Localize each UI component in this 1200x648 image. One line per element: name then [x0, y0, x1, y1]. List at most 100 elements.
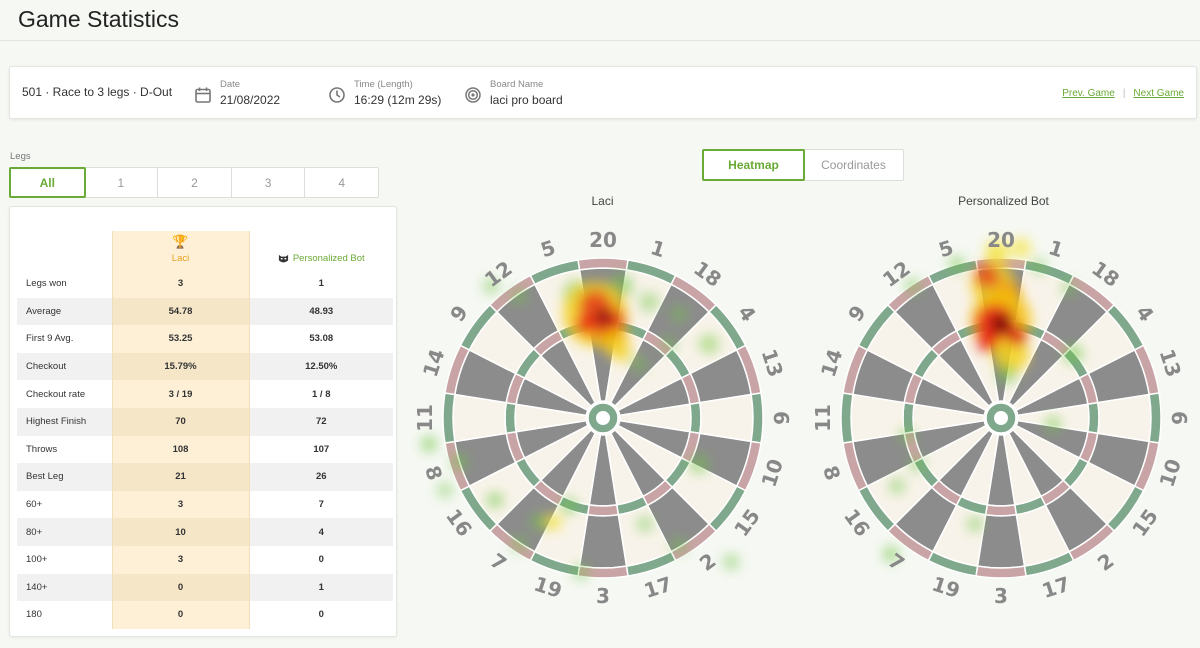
stats-header-empty [17, 231, 112, 270]
stats-label: First 9 Avg. [26, 333, 74, 345]
heatmap-blob [639, 292, 659, 312]
heatmap-blob [1031, 258, 1047, 274]
bullseye [994, 411, 1008, 425]
stats-value-p1: 0 [111, 601, 250, 629]
stats-row: Throws 108 107 [17, 435, 393, 464]
stats-value-p1: 108 [111, 435, 250, 464]
stats-label: Legs won [26, 278, 67, 290]
board-number: 6 [769, 411, 793, 425]
board-number: 5 [538, 235, 559, 262]
heatmap-toggle-button[interactable]: Heatmap [702, 149, 805, 181]
stats-value-p2: 26 [249, 463, 393, 491]
stats-row: Best Leg 21 26 [17, 463, 393, 491]
stats-row: Legs won 3 1 [17, 270, 393, 298]
heatmap-blob [573, 564, 589, 580]
heatmap-blob [671, 538, 687, 554]
dartboard-laci: 20 11841361015217319716811149125 [413, 228, 793, 608]
legs-tab-1[interactable]: 1 [85, 168, 159, 197]
prev-game-link[interactable]: Prev. Game [1062, 88, 1115, 99]
stats-value-p1: 21 [111, 463, 250, 491]
stats-row: 100+ 3 0 [17, 545, 393, 574]
stats-value-p2: 4 [249, 518, 393, 546]
nav-separator: | [1122, 88, 1126, 99]
clock-icon [329, 87, 345, 103]
stats-value-p1: 3 [111, 545, 250, 574]
heatmap-blob [899, 428, 915, 444]
stats-header-row: 🏆 Laci Personalized Bot [17, 231, 393, 270]
board-number: 9 [445, 301, 473, 326]
board-number: 17 [641, 572, 675, 603]
stats-label: Highest Finish [17, 407, 112, 436]
board-number: 4 [1131, 301, 1159, 326]
heatmap-blob [723, 554, 739, 570]
heatmap-blob [437, 482, 453, 498]
board-number: 4 [733, 301, 761, 326]
trophy-icon: 🏆 [172, 234, 189, 249]
heatmap-blob [975, 264, 999, 288]
player1-name: Laci [171, 253, 190, 264]
stats-label: 80+ [17, 518, 112, 546]
board-number: 20 [589, 228, 617, 252]
stats-value-p1: 54.78 [111, 297, 250, 326]
board-number: 10 [757, 456, 788, 490]
board-number: 13 [1155, 346, 1186, 380]
stats-value-p2: 1 / 8 [312, 388, 331, 400]
stats-row: 140+ 0 1 [17, 573, 393, 602]
board-title-bot: Personalized Bot [958, 194, 1049, 208]
triple-segment [689, 401, 702, 435]
title-divider [0, 40, 1200, 41]
next-game-link[interactable]: Next Game [1133, 88, 1184, 99]
stats-label: 60+ [26, 499, 43, 511]
stats-label: 100+ [26, 554, 48, 566]
board-number: 20 [987, 228, 1015, 252]
legs-tab-4[interactable]: 4 [305, 168, 378, 197]
board-number: 6 [1167, 411, 1191, 425]
board-number: 11 [811, 404, 835, 432]
stats-value-p2: 0 [318, 609, 324, 621]
double-segment [1148, 392, 1162, 444]
game-mode: 501 · Race to 3 legs · D-Out [22, 85, 173, 99]
stats-row: Checkout rate 3 / 19 1 / 8 [17, 380, 393, 408]
stats-row: Highest Finish 70 72 [17, 407, 393, 436]
heatmap-blob [889, 478, 905, 494]
board-number: 2 [1093, 548, 1118, 576]
board-number: 9 [843, 301, 871, 326]
dartboard-bot: 20 11841361015217319716811149125 [811, 228, 1191, 608]
triple-segment [984, 504, 1018, 517]
board-number: 8 [420, 463, 447, 484]
stats-value-p2: 107 [313, 443, 330, 455]
legs-tab-2[interactable]: 2 [158, 168, 232, 197]
stats-value-p2: 48.93 [249, 297, 393, 326]
calendar-icon [195, 87, 211, 103]
double-segment [975, 565, 1027, 579]
stats-value-p1: 10 [111, 518, 250, 546]
heatmap-blob [611, 342, 631, 362]
time-label: Time (Length) [354, 79, 413, 90]
board-number: 1 [648, 235, 669, 262]
date-info: Date 21/08/2022 [194, 79, 280, 108]
double-segment [442, 392, 456, 444]
view-toggle: Heatmap Coordinates [702, 149, 904, 181]
date-value: 21/08/2022 [220, 93, 281, 107]
board-value: laci pro board [490, 93, 563, 107]
coordinates-toggle-button[interactable]: Coordinates [804, 150, 903, 180]
heatmap-blob [1063, 344, 1083, 364]
stats-value-p1: 3 / 19 [111, 380, 250, 408]
heatmap-blob [1007, 326, 1027, 346]
heatmap-blob [699, 334, 719, 354]
stats-value-p1: 70 [111, 407, 250, 436]
heatmap-blob [511, 536, 527, 552]
game-info-card: 501 · Race to 3 legs · D-Out Date 21/08/… [9, 66, 1197, 119]
heatmap-blob [671, 306, 687, 322]
board-number: 14 [418, 346, 449, 380]
board-number: 11 [413, 404, 437, 432]
bullseye [596, 411, 610, 425]
board-number: 17 [1039, 572, 1073, 603]
heatmap-blob [689, 454, 709, 474]
heatmap-blob [637, 516, 653, 532]
board-label: Board Name [490, 79, 544, 90]
bot-icon [278, 254, 288, 263]
heatmap-blob [661, 336, 677, 352]
stats-row: 60+ 3 7 [17, 490, 393, 519]
legs-tab-3[interactable]: 3 [232, 168, 306, 197]
